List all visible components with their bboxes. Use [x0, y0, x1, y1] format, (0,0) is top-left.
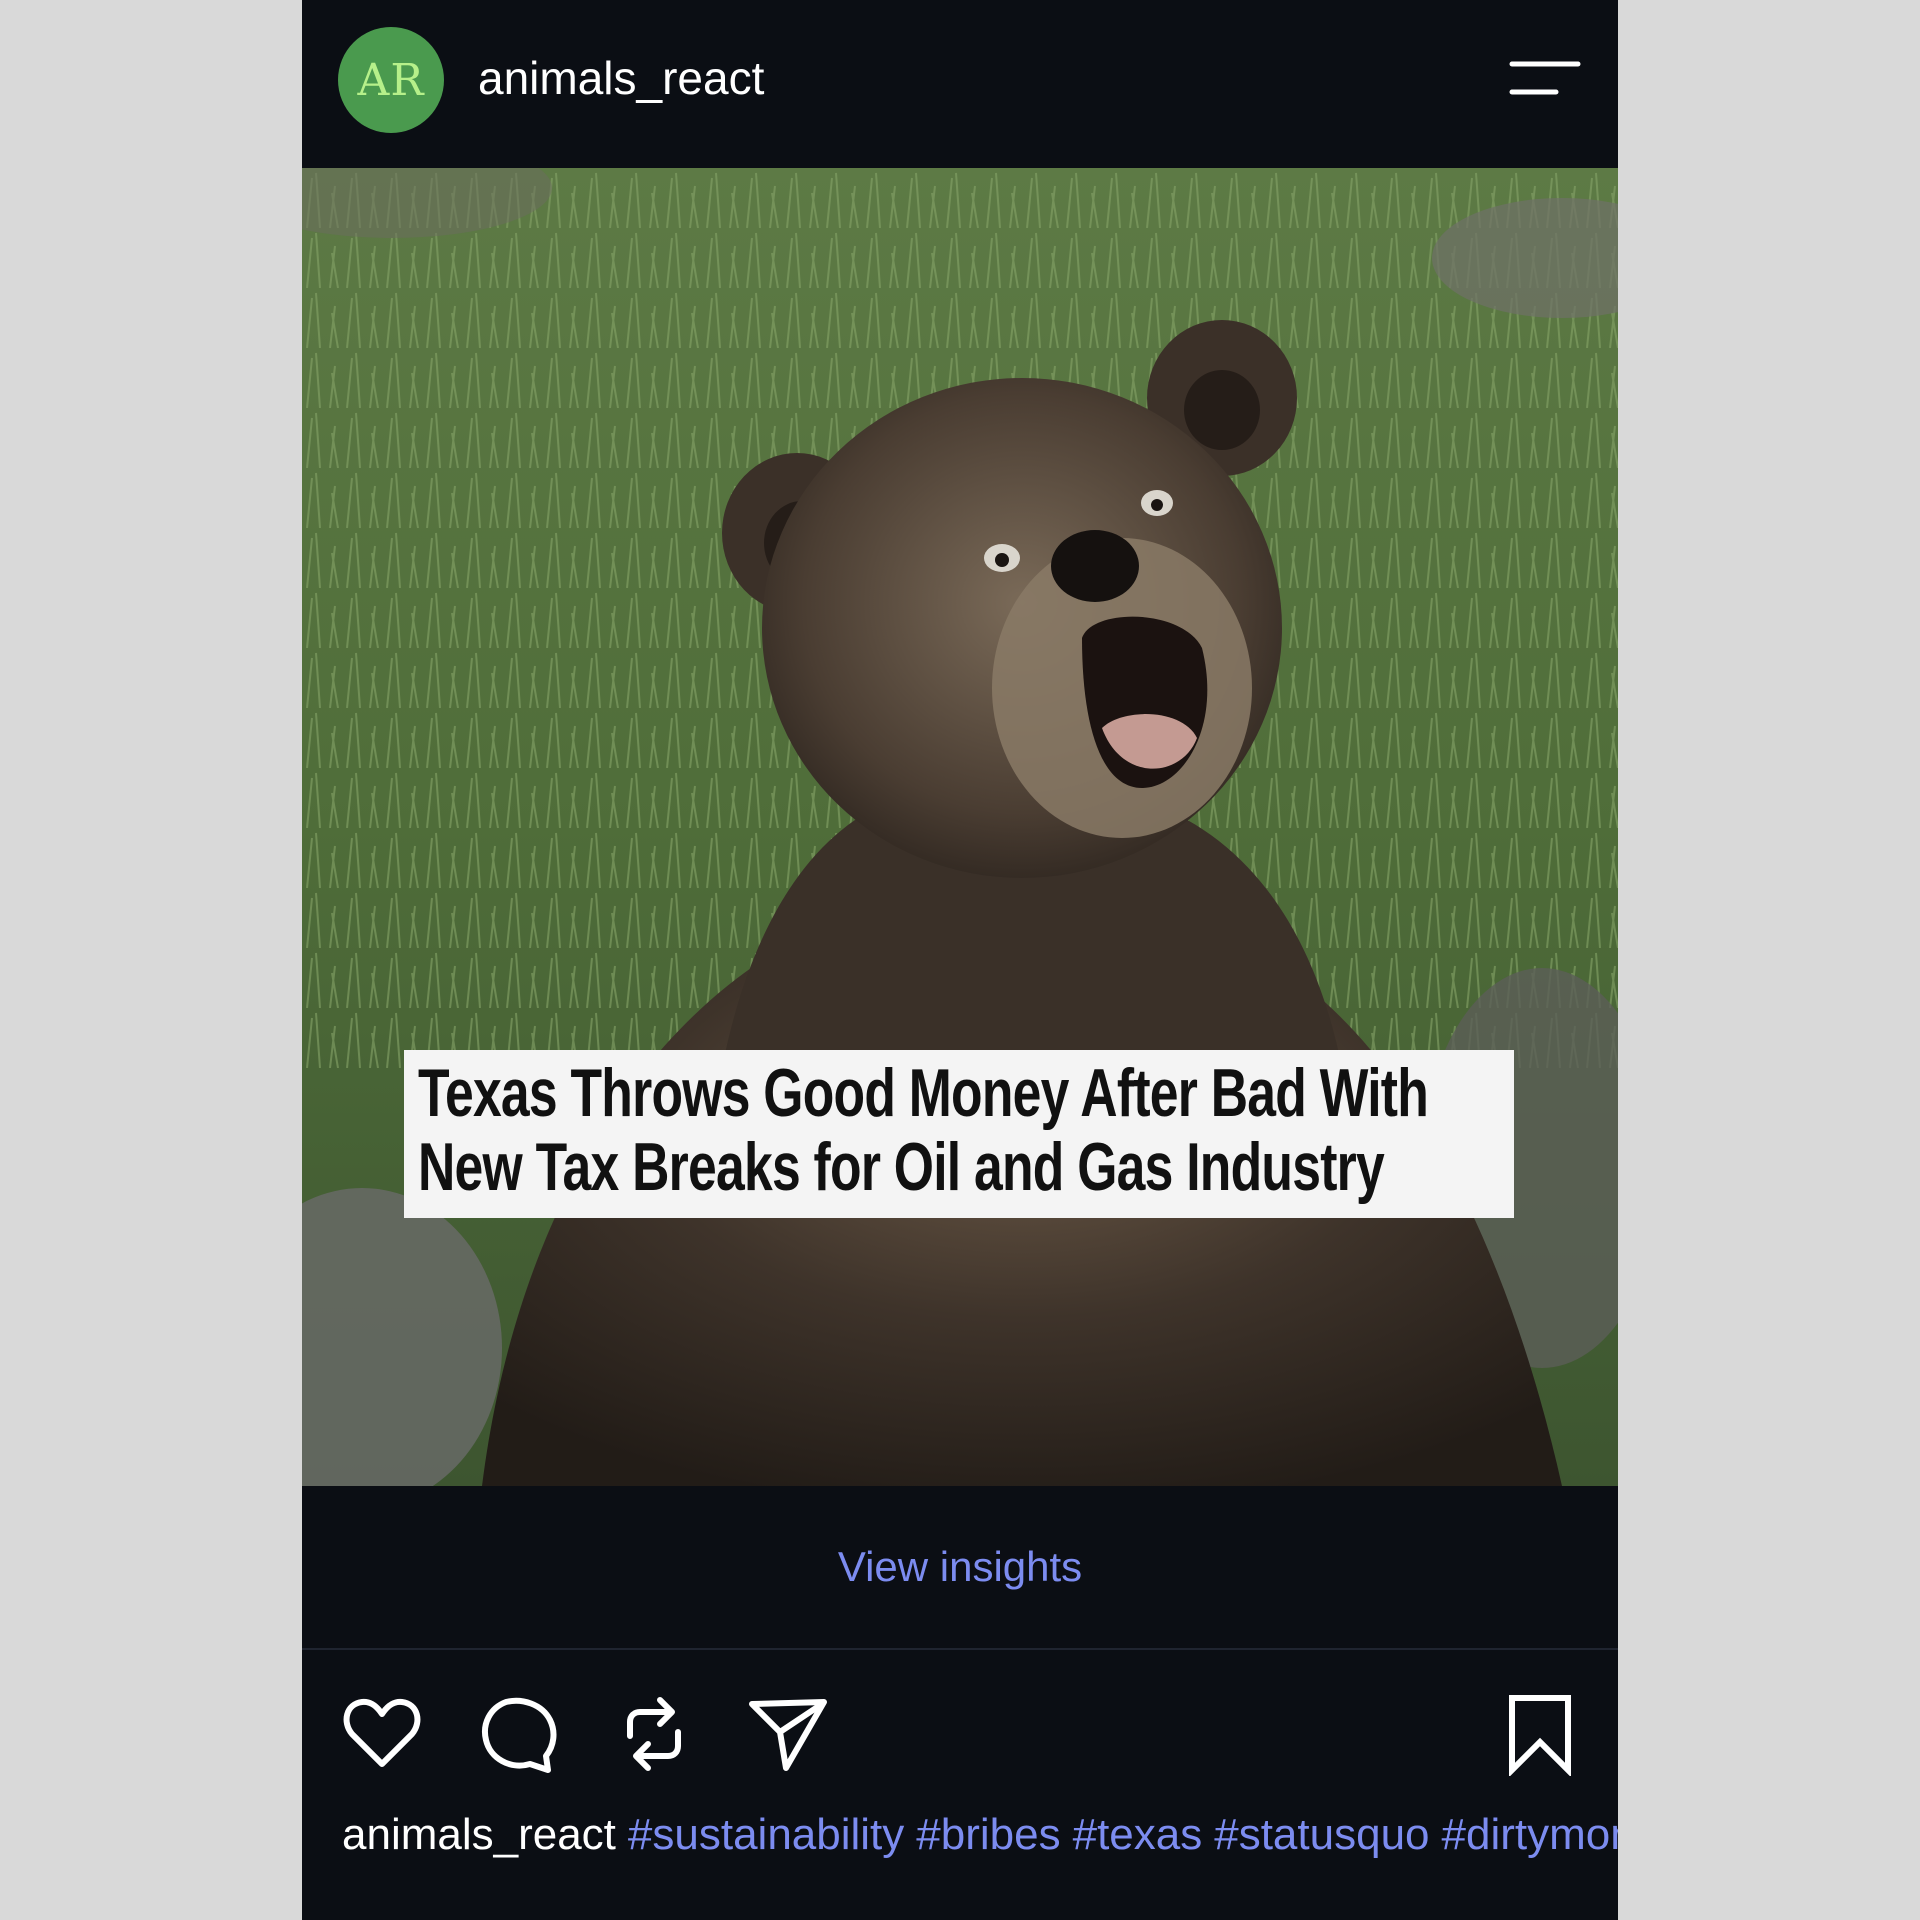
bookmark-icon[interactable]	[1498, 1692, 1582, 1778]
hashtag-dirtymoney[interactable]: #dirtymoney	[1442, 1810, 1618, 1859]
insights-bar: View insights	[302, 1486, 1618, 1650]
caption-username[interactable]: animals_react	[342, 1810, 616, 1859]
hashtag-bribes[interactable]: #bribes	[916, 1810, 1060, 1859]
hashtag-texas[interactable]: #texas	[1073, 1810, 1203, 1859]
image-headline-line-2: New Tax Breaks for Oil and Gas Industry	[418, 1129, 1385, 1205]
view-insights-link[interactable]: View insights	[838, 1543, 1082, 1591]
repost-icon[interactable]	[612, 1692, 696, 1776]
heart-icon[interactable]	[340, 1692, 424, 1776]
menu-icon[interactable]	[1508, 58, 1582, 98]
header-username[interactable]: animals_react	[478, 50, 764, 106]
bear-photo	[302, 168, 1618, 1486]
post-image[interactable]: Texas Throws Good Money After Bad With N…	[302, 168, 1618, 1486]
post-header: AR animals_react	[302, 0, 1618, 168]
avatar-initials: AR	[357, 54, 425, 106]
hashtag-sustainability[interactable]: #sustainability	[628, 1810, 904, 1859]
comment-icon[interactable]	[476, 1692, 560, 1776]
post-caption: animals_react #sustainability #bribes #texa…	[342, 1808, 1618, 1862]
post-actions	[302, 1650, 1618, 1810]
post-screen: AR animals_react Texas Throws Good Money…	[302, 0, 1618, 1920]
send-icon[interactable]	[746, 1692, 830, 1776]
image-headline-box: Texas Throws Good Money After Bad With N…	[404, 1050, 1514, 1218]
hashtag-statusquo[interactable]: #statusquo	[1214, 1810, 1429, 1859]
avatar[interactable]: AR	[338, 27, 444, 133]
image-headline-line-1: Texas Throws Good Money After Bad With	[418, 1055, 1429, 1131]
